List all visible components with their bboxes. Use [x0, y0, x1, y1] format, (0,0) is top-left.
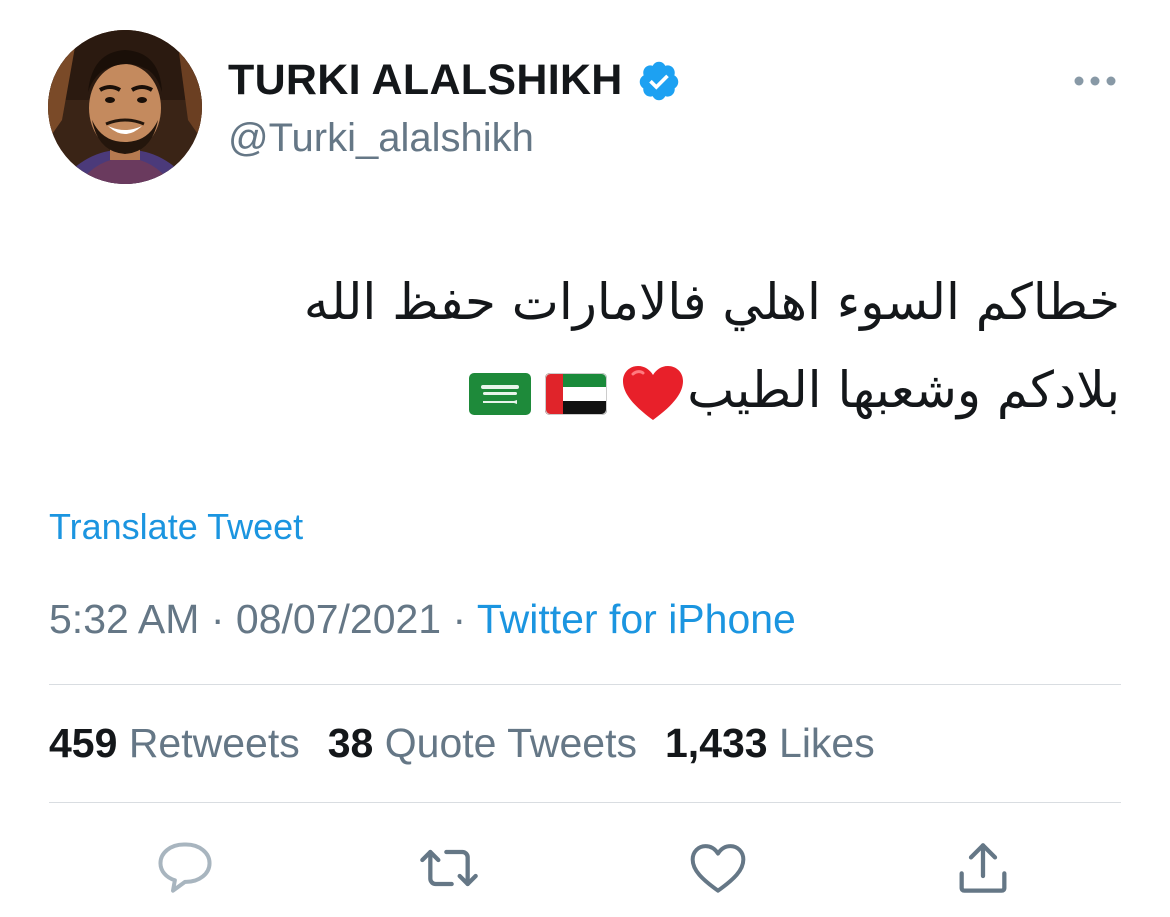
quote-tweets-stat[interactable]: 38 Quote Tweets	[328, 720, 637, 767]
likes-label: Likes	[779, 720, 875, 766]
avatar[interactable]	[48, 30, 202, 184]
red-heart-icon	[623, 365, 684, 420]
tweet-line-2-text: بلادكم وشعبها الطيب	[687, 361, 1120, 419]
emoji-group	[469, 364, 685, 424]
tweet-meta: 5:32 AM · 08/07/2021 · Twitter for iPhon…	[49, 596, 796, 643]
likes-stat[interactable]: 1,433 Likes	[665, 720, 875, 767]
more-options-icon[interactable]	[1072, 70, 1118, 92]
meta-separator: ·	[452, 596, 467, 642]
tweet-line-1: خطاكم السوء اهلي فالامارات حفظ الله	[303, 273, 1120, 331]
divider	[49, 802, 1121, 803]
author-handle[interactable]: @Turki_alalshikh	[228, 116, 534, 161]
translate-tweet-link[interactable]: Translate Tweet	[49, 506, 303, 548]
tweet-time: 5:32 AM	[49, 596, 200, 642]
tweet-line-2: بلادكم وشعبها الطيب	[120, 346, 1120, 434]
display-name[interactable]: TURKI ALALSHIKH	[228, 56, 623, 105]
meta-separator: ·	[210, 596, 225, 642]
retweets-label: Retweets	[128, 720, 300, 766]
profile-photo-icon	[48, 30, 202, 184]
like-icon[interactable]	[686, 836, 750, 900]
flag-saudi-arabia-icon	[469, 372, 532, 415]
retweet-icon[interactable]	[417, 836, 481, 900]
tweet-actions	[0, 836, 1170, 906]
retweets-count: 459	[49, 720, 118, 766]
divider	[49, 684, 1121, 685]
verified-badge-icon	[637, 59, 681, 103]
quote-tweets-label: Quote Tweets	[384, 720, 637, 766]
reply-icon[interactable]	[153, 836, 217, 900]
author-name-row[interactable]: TURKI ALALSHIKH	[228, 56, 681, 105]
flag-united-arab-emirates-icon	[545, 372, 608, 415]
tweet-date: 08/07/2021	[235, 596, 442, 642]
tweet-source-link[interactable]: Twitter for iPhone	[477, 596, 796, 642]
tweet-stats: 459 Retweets 38 Quote Tweets 1,433 Likes	[49, 720, 875, 767]
likes-count: 1,433	[665, 720, 768, 766]
share-icon[interactable]	[951, 836, 1015, 900]
retweets-stat[interactable]: 459 Retweets	[49, 720, 300, 767]
tweet-text: خطاكم السوء اهلي فالامارات حفظ الله بلاد…	[120, 258, 1120, 434]
quote-tweets-count: 38	[327, 720, 374, 766]
